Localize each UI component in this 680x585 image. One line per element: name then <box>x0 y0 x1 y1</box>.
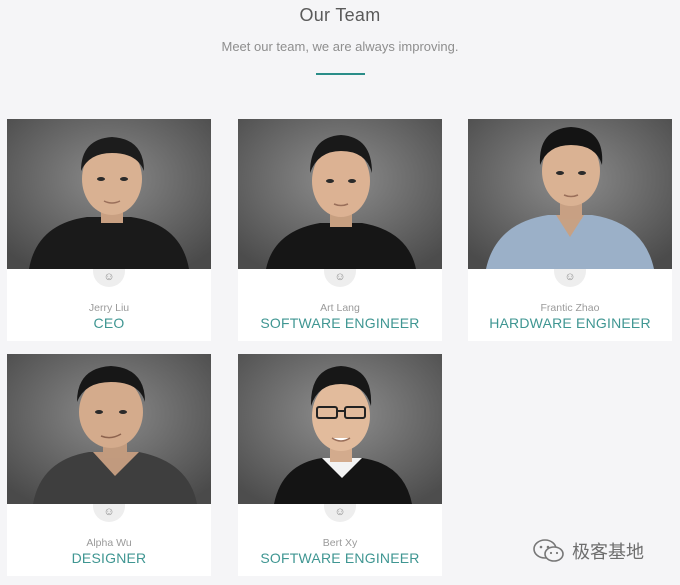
profile-photo <box>238 119 442 269</box>
watermark: 极客基地 <box>532 538 644 564</box>
watermark-text: 极客基地 <box>572 542 644 563</box>
member-name: Bert Xy <box>322 537 358 549</box>
member-name: Jerry Liu <box>88 302 130 314</box>
member-name: Frantic Zhao <box>540 302 600 314</box>
member-role: DESIGNER <box>71 550 147 566</box>
title-underline <box>316 73 365 75</box>
section-title: Our Team <box>299 5 381 25</box>
smiley-badge: ☺ <box>324 504 356 522</box>
smiley-icon: ☺ <box>103 271 115 283</box>
profile-photo <box>468 119 672 269</box>
wechat-icon <box>533 539 564 562</box>
member-name: Art Lang <box>320 302 360 314</box>
section-subtitle: Meet our team, we are always improving. <box>221 39 459 54</box>
team-card-bert-xy: ☺ Bert Xy SOFTWARE ENGINEER <box>238 354 442 576</box>
team-card-alpha-wu: ☺ Alpha Wu DESIGNER <box>7 354 211 576</box>
smiley-icon: ☺ <box>103 506 115 518</box>
smiley-icon: ☺ <box>334 271 346 283</box>
profile-photo <box>7 119 211 269</box>
profile-photo <box>238 354 442 504</box>
smiley-icon: ☺ <box>334 506 346 518</box>
team-card-frantic-zhao: ☺ Frantic Zhao HARDWARE ENGINEER <box>468 119 672 341</box>
team-card-jerry-liu: ☺ Jerry Liu CEO <box>7 119 211 341</box>
smiley-badge: ☺ <box>93 504 125 522</box>
member-role: SOFTWARE ENGINEER <box>260 315 420 331</box>
smiley-badge: ☺ <box>554 269 586 287</box>
team-card-art-lang: ☺ Art Lang SOFTWARE ENGINEER <box>238 119 442 341</box>
member-role: HARDWARE ENGINEER <box>489 315 651 331</box>
member-role: SOFTWARE ENGINEER <box>260 550 420 566</box>
smiley-badge: ☺ <box>93 269 125 287</box>
smiley-icon: ☺ <box>564 271 576 283</box>
member-role: CEO <box>93 315 125 331</box>
member-name: Alpha Wu <box>86 537 132 549</box>
profile-photo <box>7 354 211 504</box>
smiley-badge: ☺ <box>324 269 356 287</box>
